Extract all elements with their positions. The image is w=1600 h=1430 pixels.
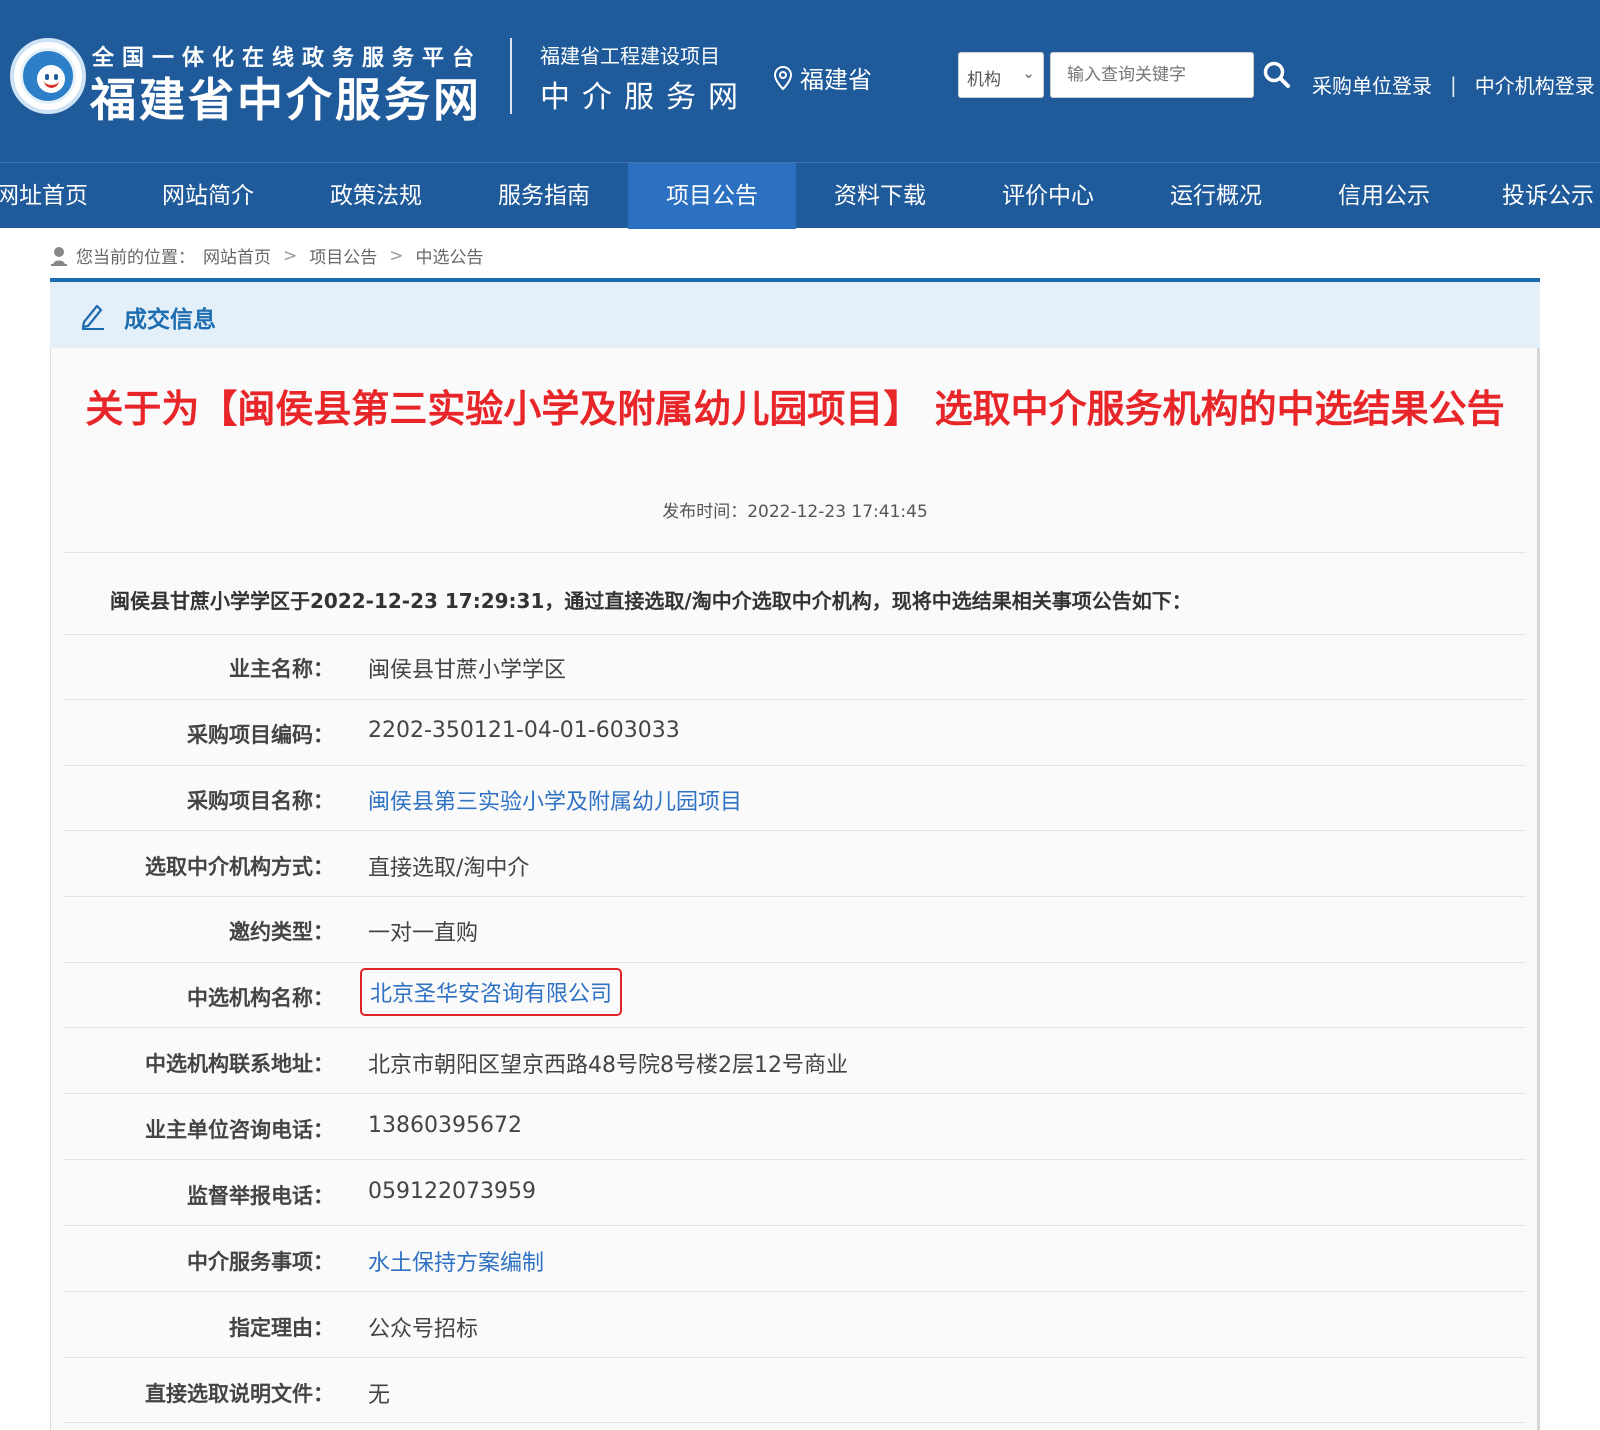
row-label-owner: 业主名称： xyxy=(229,657,334,681)
site-header: 全国一体化在线政务服务平台 福建省中介服务网 福建省工程建设项目 中介服务网 福… xyxy=(0,0,1600,162)
divider xyxy=(64,1357,1526,1358)
search-icon[interactable] xyxy=(1262,60,1292,90)
search-input[interactable] xyxy=(1050,52,1254,98)
divider xyxy=(64,1291,1526,1292)
breadcrumb-announcements[interactable]: 项目公告 xyxy=(309,243,377,268)
publish-time: 发布时间：2022-12-23 17:41:45 xyxy=(662,502,928,522)
notice-intro: 闽侯县甘蔗小学学区于2022-12-23 17:29:31，通过直接选取/淘中介… xyxy=(110,589,1192,613)
project-line1: 福建省工程建设项目 xyxy=(540,44,720,68)
header-divider xyxy=(510,38,512,114)
row-label-agency-address: 中选机构联系地址： xyxy=(145,1052,334,1076)
row-label-selection-document: 直接选取说明文件： xyxy=(145,1382,334,1406)
divider xyxy=(64,765,1526,766)
site-name[interactable]: 福建省中介服务网 xyxy=(90,64,482,130)
nav-item-policy[interactable]: 政策法规 xyxy=(292,163,460,229)
divider xyxy=(64,962,1526,963)
row-value-invitation-type: 一对一直购 xyxy=(368,921,479,946)
nav-item-announcements[interactable]: 项目公告 xyxy=(628,163,796,229)
row-label-selection-method: 选取中介机构方式： xyxy=(145,855,334,879)
breadcrumb-current: 中选公告 xyxy=(415,248,484,268)
row-label-supervision-phone: 监督举报电话： xyxy=(187,1184,334,1208)
divider xyxy=(64,1159,1526,1160)
buyer-login-link[interactable]: 采购单位登录 xyxy=(1312,70,1432,99)
breadcrumb-home[interactable]: 网站首页 xyxy=(203,243,271,268)
location-pin-icon xyxy=(773,65,793,90)
row-label-winning-agency: 中选机构名称： xyxy=(187,986,334,1010)
user-location-icon xyxy=(51,246,67,266)
divider xyxy=(64,1422,1526,1423)
row-label-project-code: 采购项目编码： xyxy=(187,723,334,747)
divider xyxy=(64,1027,1526,1028)
divider xyxy=(64,699,1526,700)
agency-login-link[interactable]: 中介机构登录 xyxy=(1475,70,1595,99)
notice-title: 关于为【闽侯县第三实验小学及附属幼儿园项目】 选取中介服务机构的中选结果公告 xyxy=(85,387,1505,431)
nav-item-downloads[interactable]: 资料下载 xyxy=(796,163,964,229)
row-value-designation-reason: 公众号招标 xyxy=(368,1317,479,1342)
edit-icon xyxy=(81,304,104,330)
winning-agency-link[interactable]: 北京圣华安咨询有限公司 xyxy=(360,968,623,1016)
panel-header: 成交信息 xyxy=(50,282,1540,348)
site-logo-emblem[interactable] xyxy=(10,38,86,114)
divider xyxy=(64,1093,1526,1094)
search-type-value: 机构 xyxy=(967,70,1001,90)
project-line2: 中介服务网 xyxy=(540,80,750,115)
row-label-owner-phone: 业主单位咨询电话： xyxy=(145,1118,334,1142)
panel-title: 成交信息 xyxy=(124,307,216,333)
divider xyxy=(64,634,1526,635)
region-label: 福建省 xyxy=(800,66,872,94)
row-value-supervision-phone: 059122073959 xyxy=(368,1179,536,1204)
nav-item-guide[interactable]: 服务指南 xyxy=(460,163,628,229)
nav-item-operations[interactable]: 运行概况 xyxy=(1132,163,1300,229)
chevron-down-icon: ⌄ xyxy=(1022,64,1035,82)
row-label-project-name: 采购项目名称： xyxy=(187,789,334,813)
nav-item-home[interactable]: 网址首页 xyxy=(0,163,100,229)
nav-item-credit[interactable]: 信用公示 xyxy=(1300,163,1468,229)
row-value-agency-address: 北京市朝阳区望京西路48号院8号楼2层12号商业 xyxy=(368,1053,848,1078)
breadcrumb-separator: > xyxy=(389,245,404,266)
project-name-link[interactable]: 闽侯县第三实验小学及附属幼儿园项目 xyxy=(368,784,742,816)
nav-item-complaints[interactable]: 投诉公示 xyxy=(1468,163,1600,229)
service-item-link[interactable]: 水土保持方案编制 xyxy=(368,1245,544,1277)
login-links: 采购单位登录 | 中介机构登录 xyxy=(1312,70,1595,99)
nav-item-evaluation[interactable]: 评价中心 xyxy=(964,163,1132,229)
row-value-selection-method: 直接选取/淘中介 xyxy=(368,856,530,881)
region-selector[interactable]: 福建省 xyxy=(772,60,872,95)
row-value-selection-document: 无 xyxy=(368,1383,391,1408)
main-nav: 网址首页 网站简介 政策法规 服务指南 项目公告 资料下载 评价中心 运行概况 … xyxy=(0,162,1600,229)
row-label-invitation-type: 邀约类型： xyxy=(229,920,334,944)
divider xyxy=(64,552,1526,553)
row-label-designation-reason: 指定理由： xyxy=(229,1316,334,1340)
divider xyxy=(64,830,1526,831)
breadcrumb: 您当前的位置： 网站首页 > 项目公告 > 中选公告 xyxy=(50,243,484,268)
smiley-icon xyxy=(37,65,65,93)
row-label-service-item: 中介服务事项： xyxy=(187,1250,334,1274)
row-value-project-code: 2202-350121-04-01-603033 xyxy=(368,718,680,743)
logo-ring xyxy=(20,48,76,104)
breadcrumb-separator: > xyxy=(283,245,298,266)
divider xyxy=(64,896,1526,897)
nav-item-about[interactable]: 网站简介 xyxy=(124,163,292,229)
breadcrumb-prefix: 您当前的位置： xyxy=(76,248,195,268)
row-value-owner: 闽侯县甘蔗小学学区 xyxy=(368,658,567,683)
search-type-select[interactable]: 机构 ⌄ xyxy=(958,52,1044,98)
login-separator: | xyxy=(1450,72,1457,97)
divider xyxy=(64,1225,1526,1226)
row-value-owner-phone: 13860395672 xyxy=(368,1113,522,1138)
